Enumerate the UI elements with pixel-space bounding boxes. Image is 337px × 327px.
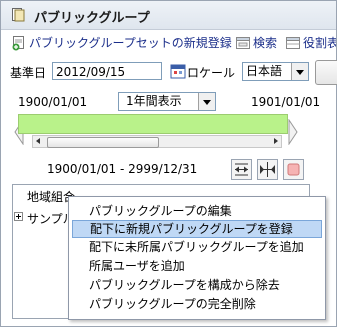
timeline-scrollbar[interactable]	[32, 135, 282, 148]
partial-button[interactable]	[315, 60, 337, 85]
collapse-button[interactable]	[257, 159, 278, 180]
base-date-input[interactable]: 2012/09/15	[52, 62, 162, 80]
scroll-right-icon[interactable]	[269, 136, 281, 147]
menu-item-edit[interactable]: パブリックグループの編集	[72, 202, 322, 220]
context-menu: パブリックグループの編集 配下に新規パブリックグループを登録 配下に未所属パブリ…	[68, 196, 326, 320]
menu-item-delete[interactable]: パブリックグループの完全削除	[72, 295, 322, 313]
search-window-icon	[236, 36, 250, 49]
expand-button[interactable]	[231, 159, 252, 180]
title-bar: パブリックグループ	[1, 1, 336, 30]
scrollbar-thumb[interactable]	[47, 137, 159, 148]
search-label: 検索	[253, 36, 278, 50]
range-label: 1900/01/01 - 2999/12/31	[47, 162, 198, 176]
add-document-icon	[12, 35, 24, 50]
calendar-icon[interactable]	[170, 63, 186, 79]
base-date-label: 基準日	[10, 66, 47, 80]
collapse-arrows-icon	[260, 162, 275, 177]
timeline-bar[interactable]	[18, 114, 288, 134]
clear-icon	[287, 163, 300, 176]
expand-arrows-icon	[235, 163, 248, 176]
folder-icon	[12, 8, 25, 22]
menu-item-add-unassigned[interactable]: 配下に未所属パブリックグループを追加	[72, 238, 322, 256]
page-title: パブリックグループ	[34, 11, 150, 26]
chevron-down-icon	[291, 63, 308, 80]
locale-label: ロケール	[187, 66, 236, 80]
period-select[interactable]: 1年間表示	[118, 92, 216, 111]
role-table-link[interactable]: 役割表	[285, 34, 336, 51]
period-select-value: 1年間表示	[126, 94, 182, 108]
table-window-icon	[286, 36, 300, 49]
timeline-next-arrow-icon[interactable]	[288, 119, 298, 145]
timeline-end-label: 1901/01/01	[251, 95, 321, 109]
expand-plus-icon[interactable]	[14, 212, 23, 221]
new-set-label: パブリックグループセットの新規登録	[29, 36, 232, 50]
menu-item-add-users[interactable]: 所属ユーザを追加	[72, 257, 322, 275]
new-set-link[interactable]: パブリックグループセットの新規登録	[11, 34, 232, 51]
locale-select-value: 日本語	[246, 64, 283, 78]
scroll-left-icon[interactable]	[33, 136, 45, 147]
timeline-start-label: 1900/01/01	[18, 95, 88, 109]
menu-item-remove[interactable]: パブリックグループを構成から除去	[72, 276, 322, 294]
search-link[interactable]: 検索	[235, 34, 277, 51]
locale-select[interactable]: 日本語	[242, 62, 309, 81]
clear-button[interactable]	[283, 159, 304, 180]
chevron-down-icon	[198, 93, 215, 110]
role-table-label: 役割表	[303, 36, 336, 50]
menu-item-register-child[interactable]: 配下に新規パブリックグループを登録	[72, 220, 322, 238]
toolbar: パブリックグループセットの新規登録 検索 役割表	[1, 30, 336, 54]
